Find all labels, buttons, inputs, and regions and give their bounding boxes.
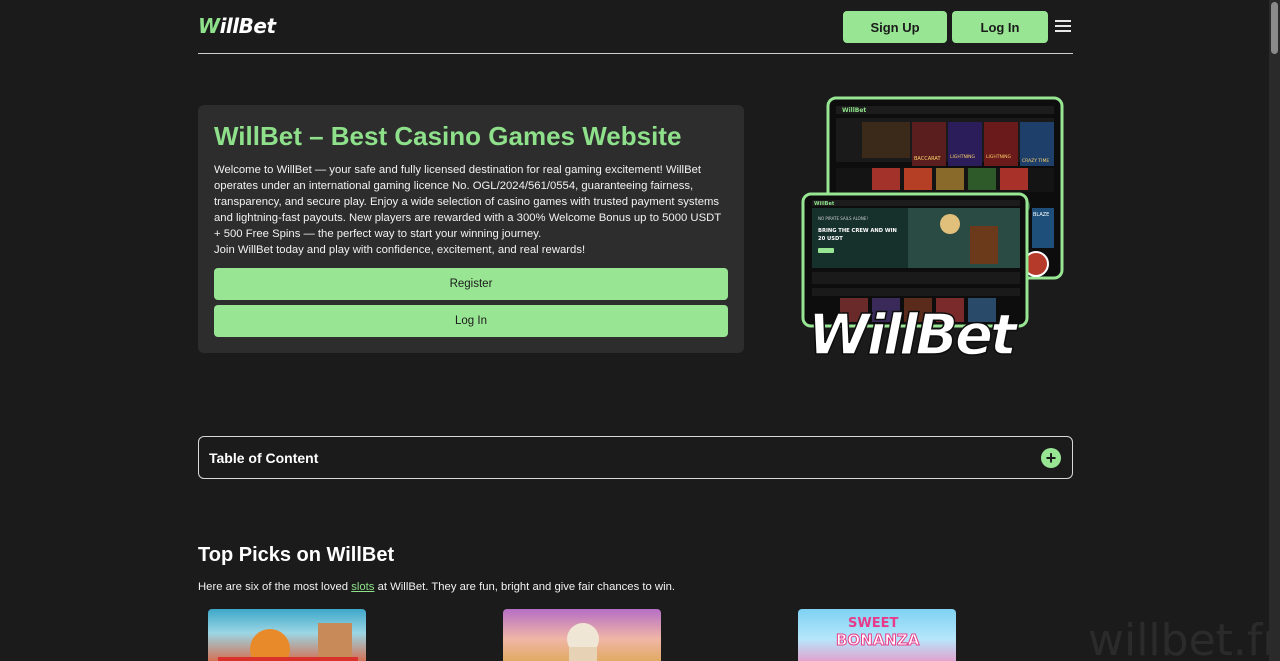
top-picks-description: Here are six of the most loved slots at … <box>198 581 675 593</box>
table-of-content[interactable]: Table of Content + <box>198 436 1073 479</box>
hamburger-menu-icon[interactable] <box>1055 20 1071 32</box>
mini-logo: WillBet <box>842 107 866 114</box>
site-header: WillBet Sign Up Log In <box>198 0 1073 54</box>
promo-illustration: WillBet BACCARAT LIGHTNING LIGHTNING CRA… <box>800 96 1065 369</box>
game-thumbnail-3: SWEET BONANZA <box>836 616 921 650</box>
register-button[interactable]: Register <box>214 268 728 300</box>
game-thumbnail-1 <box>218 623 358 661</box>
hero-login-button[interactable]: Log In <box>214 305 728 337</box>
devices-illustration: WillBet BACCARAT LIGHTNING LIGHTNING CRA… <box>801 96 1064 369</box>
bonanza-logo-text: BONANZA <box>836 631 920 649</box>
tablet-kicker: NO PIRATE SAILS ALONE! <box>818 216 868 221</box>
login-button[interactable]: Log In <box>952 11 1048 43</box>
logo-text: illBet <box>219 14 276 38</box>
game-card-sweet-bonanza[interactable]: SWEET BONANZA <box>798 609 956 661</box>
watermark: willbet.fr <box>1088 615 1280 661</box>
top-picks-title: Top Picks on WillBet <box>198 544 395 566</box>
desc-after: at WillBet. They are fun, bright and giv… <box>374 581 676 593</box>
plus-icon[interactable]: + <box>1041 448 1061 468</box>
signup-button[interactable]: Sign Up <box>843 11 947 43</box>
toc-title: Table of Content <box>209 450 319 466</box>
game-label-1: BACCARAT <box>914 156 941 162</box>
hero-description-cta: Join WillBet today and play with confide… <box>214 244 586 256</box>
game-card-gates-of-olympus[interactable] <box>503 609 661 661</box>
game-label-4: CRAZY TIME <box>1022 158 1049 164</box>
hero-description: Welcome to WillBet — your safe and fully… <box>214 162 730 258</box>
tablet-headline-1: BRING THE CREW AND WIN <box>818 228 897 234</box>
sweet-logo-text: SWEET <box>848 616 898 631</box>
hero-card: WillBet – Best Casino Games Website Welc… <box>198 105 744 353</box>
hero-description-main: Welcome to WillBet — your safe and fully… <box>214 164 721 240</box>
game-label-5: BLAZE <box>1033 212 1049 218</box>
game-label-2: LIGHTNING <box>950 154 976 160</box>
logo[interactable]: WillBet <box>198 14 276 38</box>
slots-link[interactable]: slots <box>351 581 374 593</box>
desc-before: Here are six of the most loved <box>198 581 352 593</box>
tablet-logo: WillBet <box>814 201 835 207</box>
tablet-headline-2: 20 USDT <box>818 236 843 242</box>
big-brand-text: WillBet <box>808 303 1019 364</box>
scrollbar-thumb[interactable] <box>1271 2 1278 54</box>
logo-prefix: W <box>198 14 220 38</box>
scrollbar[interactable] <box>1269 0 1280 661</box>
hero-title: WillBet – Best Casino Games Website <box>214 121 682 151</box>
game-card-big-bass-splash[interactable] <box>208 609 366 661</box>
page: WillBet Sign Up Log In WillBet – Best Ca… <box>0 0 1280 661</box>
game-thumbnail-2 <box>567 623 599 661</box>
game-label-3: LIGHTNING <box>986 154 1012 160</box>
